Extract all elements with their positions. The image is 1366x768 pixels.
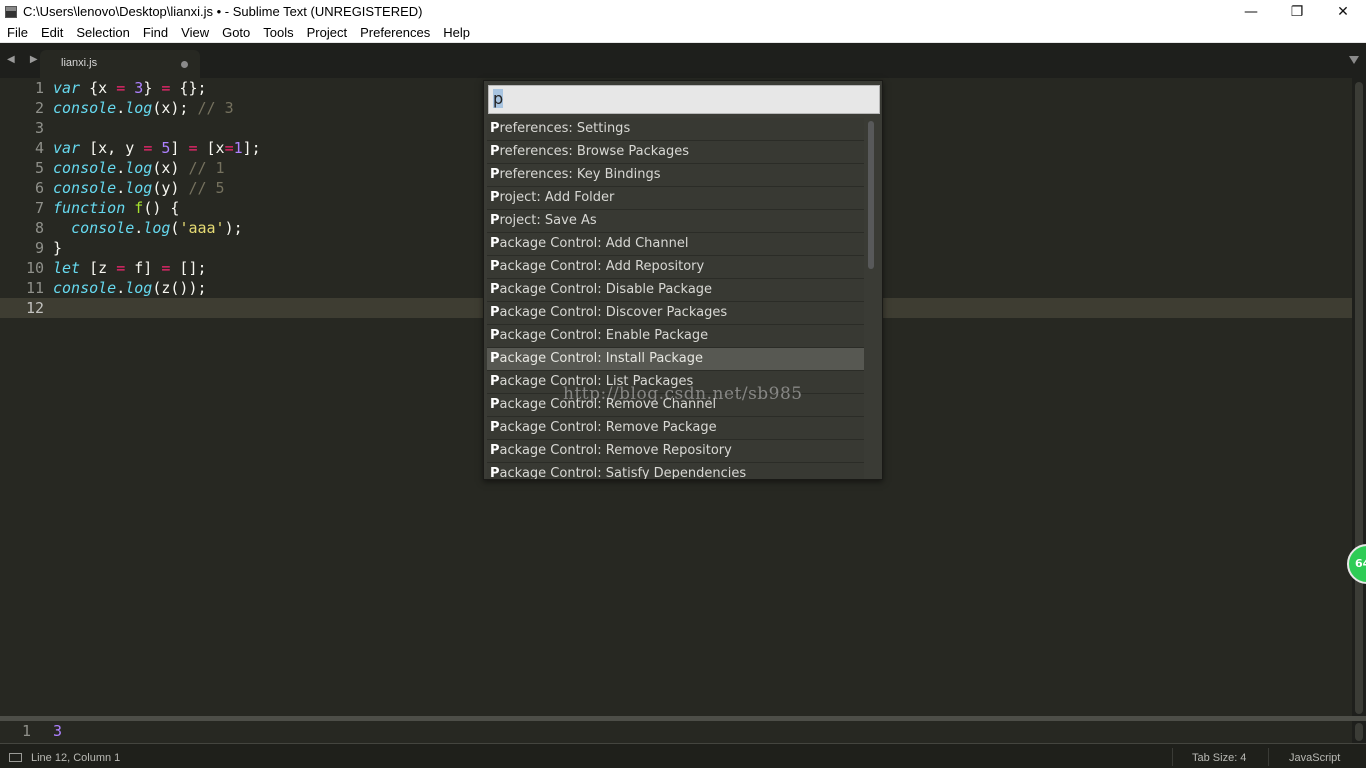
minimize-button[interactable]: — [1228,0,1274,23]
command-palette-input[interactable]: p [488,85,880,114]
line-number: 7 [34,199,44,217]
palette-item[interactable]: Preferences: Settings [487,118,864,141]
palette-item-selected[interactable]: Package Control: Install Package [487,348,864,371]
menu-bar: File Edit Selection Find View Goto Tools… [0,23,1366,43]
watermark: http://blog.csdn.net/sb985 [563,384,803,404]
code-line-6[interactable]: console.log(y) // 5 [53,178,261,198]
code-line-1[interactable]: var {x = 3} = {}; [53,78,261,98]
palette-item[interactable]: Package Control: Remove Repository [487,440,864,463]
code-line-12[interactable] [53,298,261,318]
menu-find[interactable]: Find [136,25,174,40]
palette-query-text: p [493,89,504,108]
command-palette-scrollbar-thumb[interactable] [868,121,874,269]
line-number: 5 [34,159,44,177]
line-number-gutter: 1 2 3 4 5 6 7 8 9 10 11 12 [0,78,44,318]
status-divider [1268,748,1269,766]
tab-lianxi-js[interactable]: lianxi.js [40,50,200,78]
code-line-9[interactable]: } [53,238,261,258]
code-line-5[interactable]: console.log(x) // 1 [53,158,261,178]
sublime-app-icon [5,5,17,18]
window-controls: — ❐ ✕ [1228,0,1366,23]
unsaved-dot-icon[interactable] [181,61,188,68]
output-panel[interactable]: 1 3 [0,721,1366,743]
palette-item[interactable]: Package Control: Add Channel [487,233,864,256]
syntax-indicator[interactable]: JavaScript [1289,752,1340,764]
palette-item[interactable]: Project: Save As [487,210,864,233]
command-palette: p Preferences: Settings Preferences: Bro… [483,80,883,480]
menu-tools[interactable]: Tools [256,25,299,40]
tab-nav-arrows-icon[interactable]: ◀ ▶ [7,54,44,65]
output-line-number: 1 [21,722,31,740]
palette-item[interactable]: Project: Add Folder [487,187,864,210]
line-number: 2 [34,99,44,117]
window-title: C:\Users\lenovo\Desktop\lianxi.js • - Su… [23,4,423,19]
menu-selection[interactable]: Selection [69,25,135,40]
code-line-7[interactable]: function f() { [53,198,261,218]
editor-scrollbar[interactable] [1352,78,1366,718]
output-value: 3 [53,722,63,740]
code-line-4[interactable]: var [x, y = 5] = [x=1]; [53,138,261,158]
palette-item[interactable]: Preferences: Browse Packages [487,141,864,164]
tab-bar: ◀ ▶ lianxi.js [0,43,1366,78]
line-number: 4 [34,139,44,157]
close-button[interactable]: ✕ [1320,0,1366,23]
line-number: 9 [34,239,44,257]
line-number-current: 12 [25,299,44,317]
panel-toggle-icon[interactable] [9,753,22,762]
title-bar: C:\Users\lenovo\Desktop\lianxi.js • - Su… [0,0,1366,23]
palette-item[interactable]: Preferences: Key Bindings [487,164,864,187]
palette-item[interactable]: Package Control: Enable Package [487,325,864,348]
menu-file[interactable]: File [0,25,34,40]
palette-item[interactable]: Package Control: Add Repository [487,256,864,279]
tab-label: lianxi.js [61,57,98,69]
palette-item[interactable]: Package Control: Discover Packages [487,302,864,325]
menu-preferences[interactable]: Preferences [353,25,436,40]
tab-size-indicator[interactable]: Tab Size: 4 [1192,752,1246,764]
command-palette-scrollbar[interactable] [866,121,876,477]
line-number: 8 [34,219,44,237]
palette-item[interactable]: Package Control: Disable Package [487,279,864,302]
code-line-8[interactable]: console.log('aaa'); [53,218,261,238]
line-number: 3 [34,119,44,137]
command-palette-list: Preferences: Settings Preferences: Brows… [487,118,864,479]
line-number: 6 [34,179,44,197]
cursor-position: Line 12, Column 1 [31,752,121,764]
code-line-10[interactable]: let [z = f] = []; [53,258,261,278]
line-number: 10 [25,259,44,277]
editor-scrollbar-thumb[interactable] [1355,82,1363,714]
status-divider [1172,748,1173,766]
menu-view[interactable]: View [174,25,215,40]
menu-project[interactable]: Project [300,25,353,40]
line-number: 11 [25,279,44,297]
menu-goto[interactable]: Goto [215,25,256,40]
restore-button[interactable]: ❐ [1274,0,1320,23]
palette-item[interactable]: Package Control: Satisfy Dependencies [487,463,864,479]
code-line-2[interactable]: console.log(x); // 3 [53,98,261,118]
code-line-11[interactable]: console.log(z()); [53,278,261,298]
menu-edit[interactable]: Edit [34,25,69,40]
palette-item[interactable]: Package Control: Remove Package [487,417,864,440]
status-bar: Line 12, Column 1 Tab Size: 4 JavaScript [0,743,1366,768]
code-line-3[interactable] [53,118,261,138]
output-scrollbar[interactable] [1352,721,1366,743]
line-number: 1 [34,79,44,97]
output-scrollbar-thumb[interactable] [1355,723,1363,741]
tab-dropdown-icon[interactable] [1349,56,1359,64]
code-lines[interactable]: var {x = 3} = {}; console.log(x); // 3 v… [53,78,261,318]
menu-help[interactable]: Help [436,25,476,40]
